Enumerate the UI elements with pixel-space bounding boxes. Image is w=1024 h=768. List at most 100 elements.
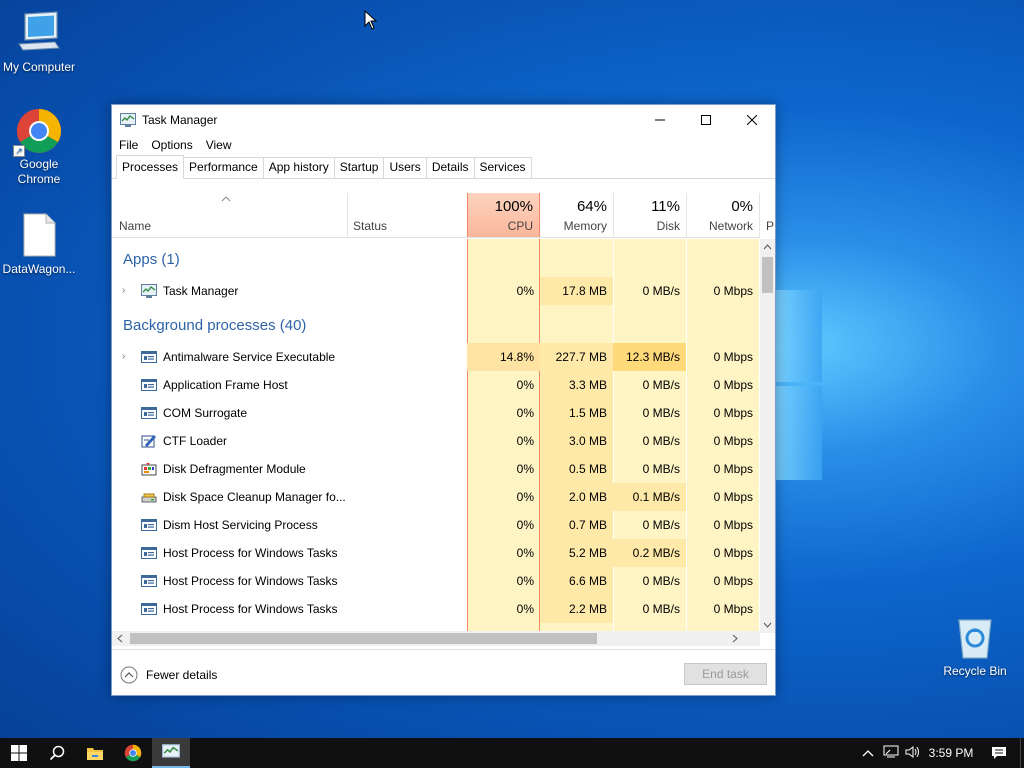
show-hidden-icons-icon[interactable] xyxy=(856,746,880,760)
horizontal-scroll-thumb[interactable] xyxy=(130,633,597,644)
tab-users[interactable]: Users xyxy=(383,157,427,178)
process-memory: 227.7 MB xyxy=(540,343,613,371)
tab-services[interactable]: Services xyxy=(473,157,532,178)
desktop-icon-recycle-bin[interactable]: Recycle Bin xyxy=(936,614,1014,679)
desktop-icon-google-chrome[interactable]: ↗ Google Chrome xyxy=(0,107,78,187)
vertical-scroll-thumb[interactable] xyxy=(762,257,773,293)
process-network: 0 Mbps xyxy=(713,490,753,504)
desktop-icon-label: DataWagon... xyxy=(2,262,76,276)
tab-performance[interactable]: Performance xyxy=(183,157,264,178)
table-row[interactable]: Dism Host Servicing Process 0% 0.7 MB 0 MB/… xyxy=(112,511,760,539)
start-button[interactable] xyxy=(0,738,38,768)
close-icon xyxy=(747,115,757,125)
table-row[interactable]: Host Process for Windows Tasks 0% 6.6 MB 0 … xyxy=(112,567,760,595)
group-header-apps[interactable]: Apps (1) xyxy=(112,247,760,273)
tab-bar: Processes Performance App history Startu… xyxy=(112,155,775,179)
tab-processes[interactable]: Processes xyxy=(116,155,185,179)
volume-icon[interactable] xyxy=(902,745,924,762)
process-name: Host Process for Windows Tasks xyxy=(163,574,338,588)
system-tray: 3:59 PM xyxy=(856,738,1024,768)
process-disk: 0.2 MB/s xyxy=(613,539,686,567)
taskbar-chrome[interactable] xyxy=(114,738,152,768)
expand-chevron-icon[interactable]: › xyxy=(122,351,125,362)
scroll-down-icon[interactable] xyxy=(763,622,772,628)
end-task-button[interactable]: End task xyxy=(684,663,767,685)
task-manager-window[interactable]: Task Manager File Options View Processes… xyxy=(111,104,776,696)
process-disk: 0 MB/s xyxy=(642,434,680,448)
minimize-icon xyxy=(655,119,665,121)
table-row[interactable]: Host Process for Windows Tasks 0% 2.2 MB 0 … xyxy=(112,595,760,623)
tab-details[interactable]: Details xyxy=(425,157,475,178)
column-header-row: Name Status 100% CPU 64% Memory 11% Disk… xyxy=(112,193,774,238)
process-memory: 2.0 MB xyxy=(540,483,613,511)
recycle-bin-icon xyxy=(951,614,999,662)
desktop-icon-my-computer[interactable]: My Computer xyxy=(0,10,78,75)
table-row[interactable]: CTF Loader 0% 3.0 MB 0 MB/s 0 Mbps xyxy=(112,427,760,455)
horizontal-scrollbar[interactable] xyxy=(112,631,760,646)
taskbar-file-explorer[interactable] xyxy=(76,738,114,768)
maximize-button[interactable] xyxy=(683,105,729,135)
clock[interactable]: 3:59 PM xyxy=(924,746,978,760)
scroll-up-icon[interactable] xyxy=(763,244,772,250)
table-row[interactable]: COM Surrogate 0% 1.5 MB 0 MB/s 0 Mbps xyxy=(112,399,760,427)
taskbar-task-manager[interactable] xyxy=(152,738,190,768)
process-network: 0 Mbps xyxy=(713,546,753,560)
process-name: Disk Defragmenter Module xyxy=(163,462,306,476)
column-header-network[interactable]: 0% Network xyxy=(686,193,759,237)
column-header-cpu[interactable]: 100% CPU xyxy=(467,193,540,237)
group-header-background[interactable]: Background processes (40) xyxy=(112,313,760,339)
desktop-icon-datawagon[interactable]: DataWagon... xyxy=(0,212,78,277)
defrag-icon xyxy=(141,463,157,476)
process-network: 0 Mbps xyxy=(713,406,753,420)
table-row[interactable]: Application Frame Host 0% 3.3 MB 0 MB/s 0 Mb… xyxy=(112,371,760,399)
title-bar[interactable]: Task Manager xyxy=(112,105,775,135)
tab-app-history[interactable]: App history xyxy=(262,157,335,178)
search-button[interactable] xyxy=(38,738,76,768)
cleanup-icon xyxy=(141,493,157,503)
process-memory: 0.7 MB xyxy=(540,511,613,539)
process-name: Host Process for Windows Tasks xyxy=(163,546,338,560)
column-header-name[interactable]: Name xyxy=(112,193,347,237)
process-cpu: 0% xyxy=(516,462,534,476)
column-header-status[interactable]: Status xyxy=(348,193,467,237)
table-row[interactable]: › Task Manager 0% 17.8 MB 0 MB/s 0 Mbps xyxy=(112,277,760,305)
table-row[interactable]: Host Process for Windows Tasks 0% 5.2 MB 0.… xyxy=(112,539,760,567)
tab-startup[interactable]: Startup xyxy=(333,157,385,178)
expand-chevron-icon[interactable]: › xyxy=(122,285,125,296)
show-desktop-button[interactable] xyxy=(1020,738,1024,768)
fewer-details-button[interactable]: Fewer details xyxy=(120,666,217,684)
network-icon[interactable] xyxy=(880,745,902,762)
process-cpu: 0% xyxy=(516,574,534,588)
menu-file[interactable]: File xyxy=(119,138,138,152)
close-button[interactable] xyxy=(729,105,775,135)
mouse-cursor-icon xyxy=(364,10,378,30)
column-header-memory[interactable]: 64% Memory xyxy=(540,193,613,237)
table-row[interactable]: Disk Defragmenter Module 0% 0.5 MB 0 MB/s 0 … xyxy=(112,455,760,483)
service-icon xyxy=(141,407,157,419)
menu-options[interactable]: Options xyxy=(151,138,192,152)
minimize-button[interactable] xyxy=(637,105,683,135)
process-cpu: 0% xyxy=(516,490,534,504)
service-icon xyxy=(141,575,157,587)
vertical-scrollbar[interactable] xyxy=(760,239,775,633)
column-header-power[interactable]: P xyxy=(760,193,775,237)
process-disk: 0 MB/s xyxy=(642,378,680,392)
service-icon xyxy=(141,351,157,363)
process-cpu: 0% xyxy=(516,406,534,420)
process-disk: 0 MB/s xyxy=(642,518,680,532)
process-list: Apps (1) › Task Manager 0% 17.8 MB 0 MB/… xyxy=(112,239,760,633)
process-memory: 0.5 MB xyxy=(540,455,613,483)
process-cpu: 14.8% xyxy=(467,343,540,371)
process-name: Application Frame Host xyxy=(163,378,288,392)
computer-icon xyxy=(15,10,63,58)
action-center-icon[interactable] xyxy=(978,746,1020,760)
process-disk: 0 MB/s xyxy=(642,574,680,588)
menu-view[interactable]: View xyxy=(206,138,232,152)
table-row[interactable]: Disk Space Cleanup Manager fo... 0% 2.0 MB… xyxy=(112,483,760,511)
table-row[interactable]: › Antimalware Service Executable 14.8% 227.… xyxy=(112,343,760,371)
scroll-left-icon[interactable] xyxy=(117,634,123,643)
column-header-disk[interactable]: 11% Disk xyxy=(613,193,686,237)
process-disk: 0 MB/s xyxy=(642,602,680,616)
scroll-right-icon[interactable] xyxy=(732,634,738,643)
process-memory: 3.3 MB xyxy=(540,371,613,399)
